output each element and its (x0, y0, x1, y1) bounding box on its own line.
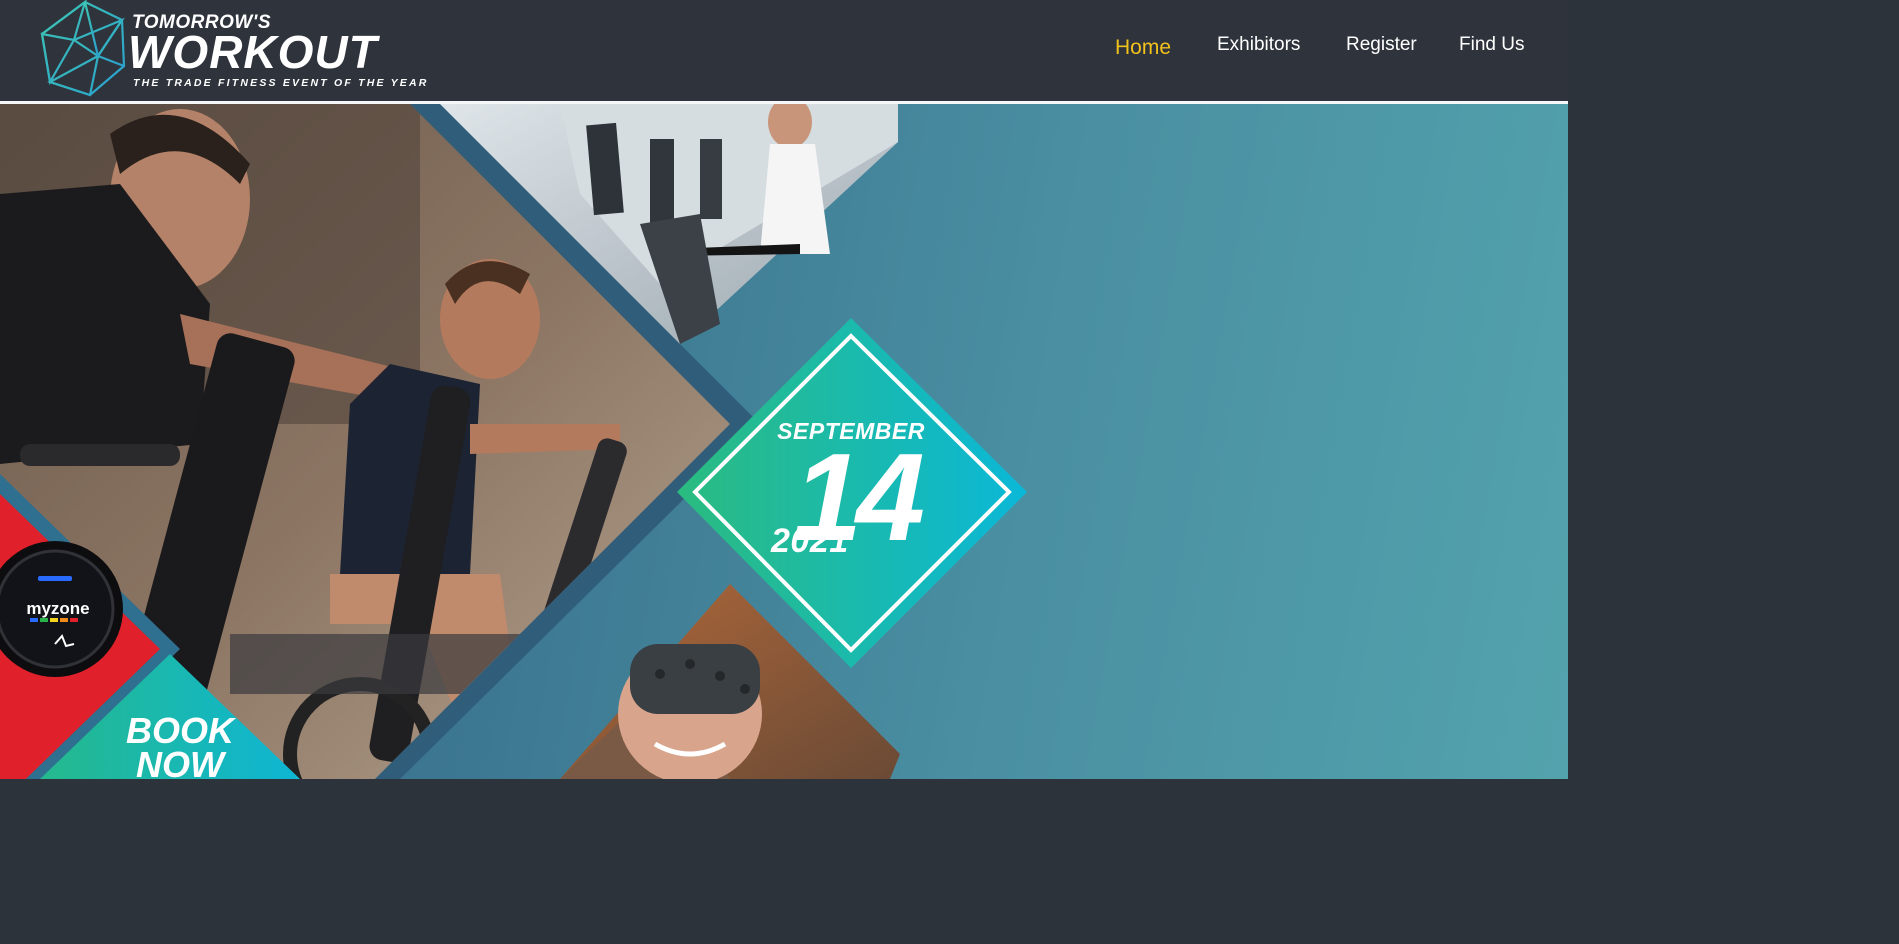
nav-find-us[interactable]: Find Us (1459, 34, 1524, 56)
nav-register[interactable]: Register (1346, 34, 1417, 56)
nav-exhibitors[interactable]: Exhibitors (1217, 34, 1300, 56)
site-header: TOMORROW'S WORKOUT THE TRADE FITNESS EVE… (0, 0, 1568, 101)
event-year: 2021 (771, 522, 849, 560)
main-nav: Home Exhibitors Register Find Us (1008, 0, 1568, 100)
book-now-label[interactable]: BOOK NOW (110, 710, 250, 780)
watch-brand-text: myzone (26, 599, 89, 618)
logo-tagline: THE TRADE FITNESS EVENT OF THE YEAR (133, 77, 429, 89)
logo-wordmark: WORKOUT (128, 26, 378, 78)
logo-geodesic-icon (40, 0, 126, 97)
vr-headset-icon (630, 644, 760, 714)
book-now-line1: BOOK (126, 710, 234, 751)
nav-home[interactable]: Home (1115, 36, 1171, 60)
site-logo[interactable]: TOMORROW'S WORKOUT THE TRADE FITNESS EVE… (38, 0, 438, 100)
book-now-line2: NOW (136, 744, 224, 780)
hero-banner: myzone SEPTEMBER 14 2021 BOOK NOW (0, 104, 1568, 779)
